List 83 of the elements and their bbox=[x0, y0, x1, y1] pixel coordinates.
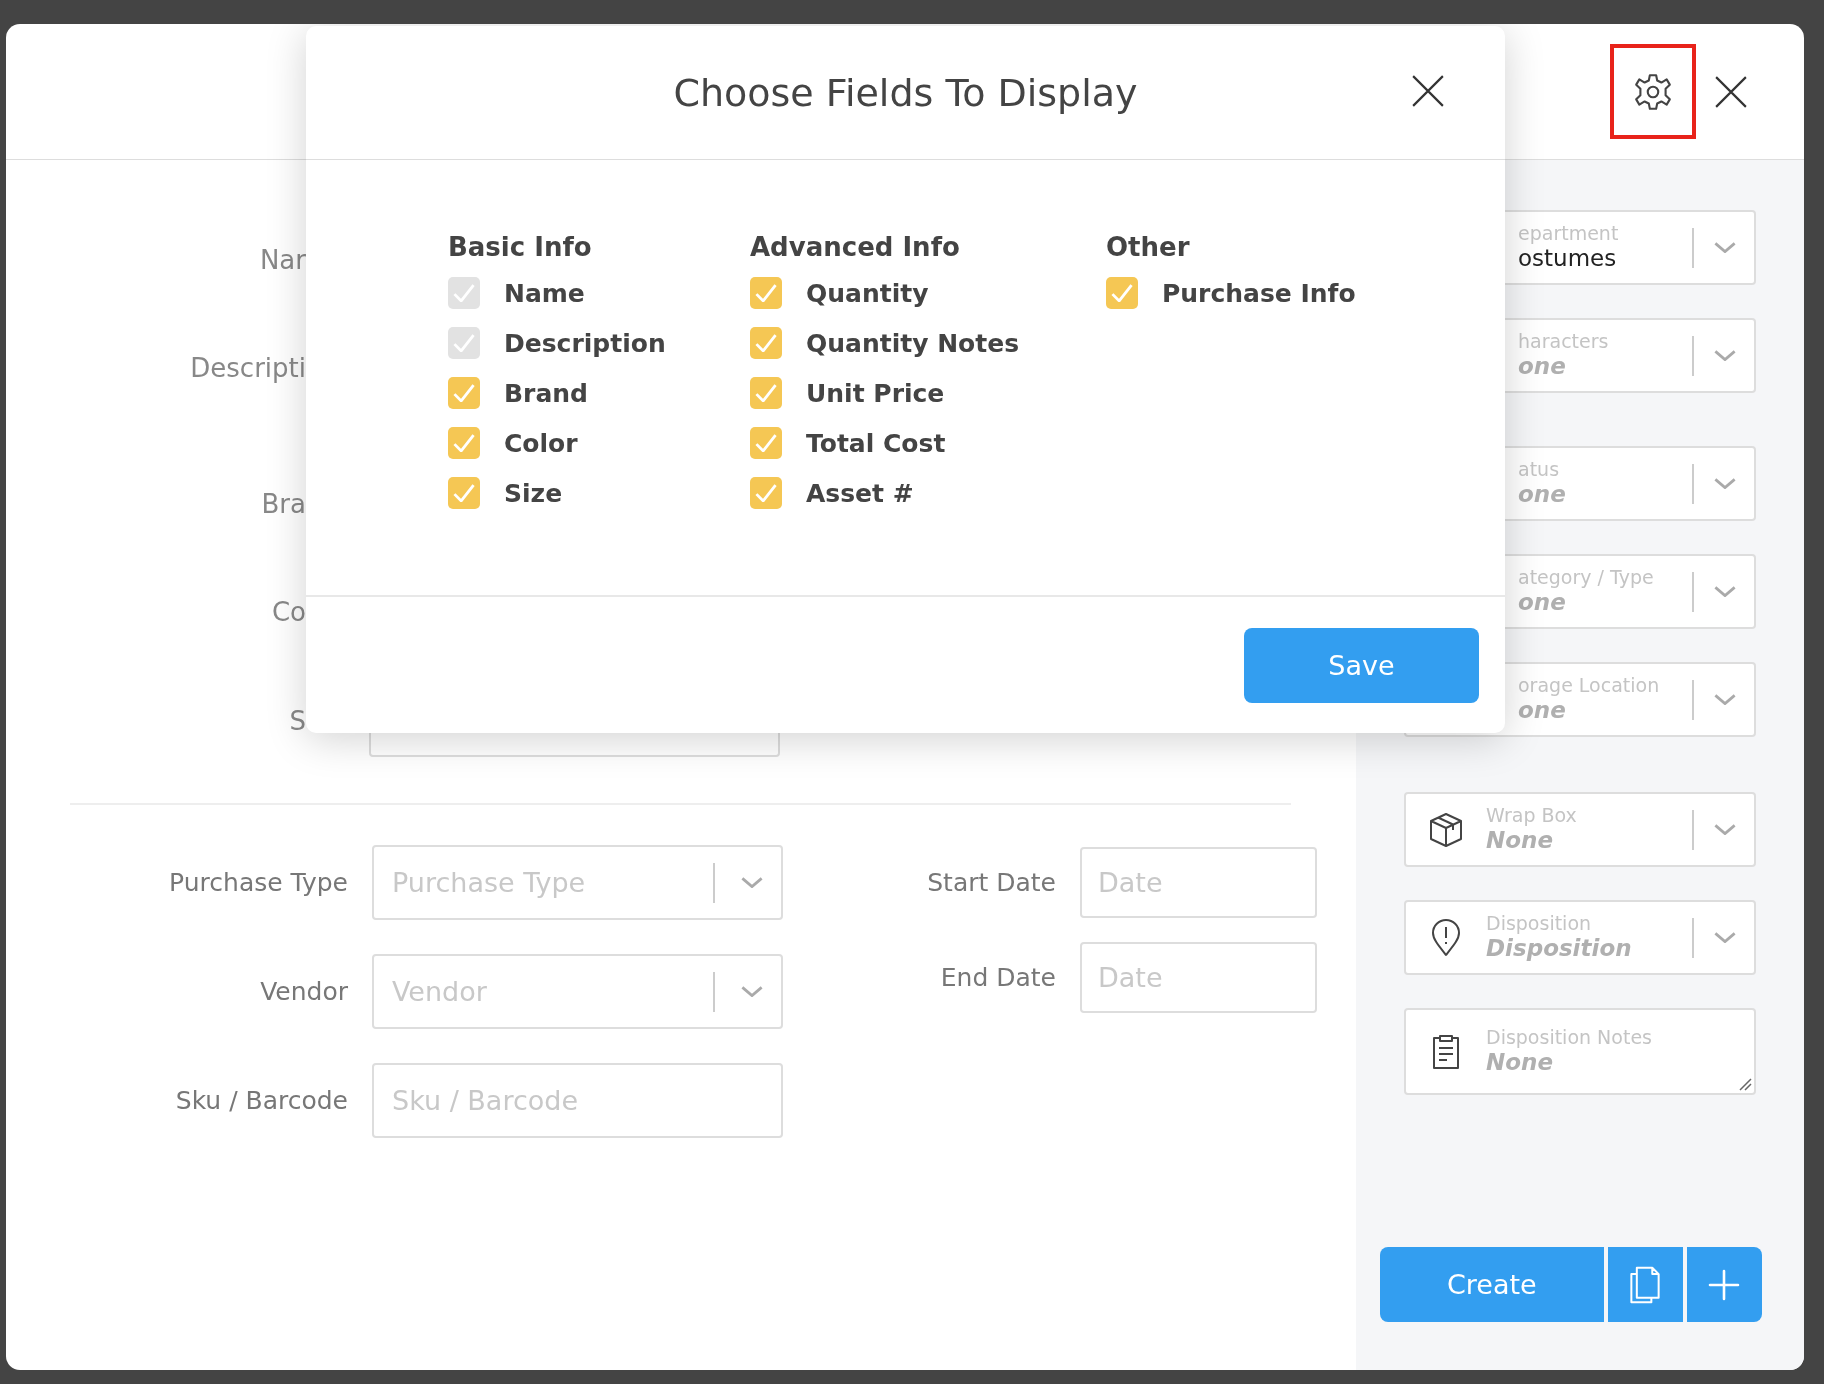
chevron-down-icon bbox=[1714, 586, 1736, 597]
checkbox-label: Quantity Notes bbox=[806, 328, 1020, 358]
resize-grip-icon[interactable] bbox=[1738, 1077, 1752, 1091]
checkbox-label: Brand bbox=[504, 378, 588, 408]
duplicate-button[interactable] bbox=[1607, 1247, 1683, 1322]
checkbox[interactable] bbox=[750, 427, 782, 459]
checkmark-icon bbox=[453, 434, 475, 452]
field-placeholder: Disposition bbox=[1486, 935, 1633, 962]
field-label: Purchase Type bbox=[168, 868, 348, 897]
checkmark-icon bbox=[453, 484, 475, 502]
settings-button[interactable] bbox=[1610, 44, 1696, 139]
checkbox-label: Purchase Info bbox=[1162, 278, 1356, 308]
select-field[interactable]: Wrap Box None bbox=[1404, 792, 1756, 867]
checkmark-icon bbox=[755, 484, 777, 502]
field-label: Bra bbox=[260, 489, 306, 519]
field-label: Disposition bbox=[1486, 913, 1593, 936]
checkbox-label: Color bbox=[504, 428, 578, 458]
group-heading: Basic Info bbox=[448, 232, 593, 262]
group-heading: Advanced Info bbox=[750, 232, 961, 262]
field-label: ategory / Type bbox=[1518, 567, 1655, 590]
field-label: Nar bbox=[258, 245, 306, 275]
chevron-down-icon bbox=[1714, 694, 1736, 705]
checkbox[interactable] bbox=[448, 377, 480, 409]
field-label: Co bbox=[270, 597, 306, 627]
checkbox-label: Quantity bbox=[806, 278, 929, 308]
chevron-down-icon bbox=[1714, 932, 1736, 943]
checkbox[interactable] bbox=[750, 477, 782, 509]
checkbox[interactable] bbox=[750, 277, 782, 309]
field-label: End Date bbox=[939, 963, 1056, 992]
checkbox[interactable] bbox=[448, 477, 480, 509]
chevron-down-icon bbox=[741, 877, 763, 888]
plus-icon bbox=[1708, 1268, 1741, 1301]
chevron-down-icon bbox=[1714, 478, 1736, 489]
field-value: ostumes bbox=[1518, 245, 1618, 272]
checkmark-icon bbox=[755, 284, 777, 302]
notes-field[interactable]: Disposition Notes None bbox=[1404, 1008, 1756, 1095]
field-placeholder: one bbox=[1518, 353, 1567, 380]
checkbox-label: Total Cost bbox=[806, 428, 946, 458]
chevron-down-icon bbox=[1714, 242, 1736, 253]
save-button[interactable]: Save bbox=[1244, 627, 1479, 703]
field-label: orage Location bbox=[1518, 675, 1661, 698]
checkbox[interactable] bbox=[750, 377, 782, 409]
checkbox-label: Size bbox=[504, 478, 563, 508]
group-heading: Other bbox=[1106, 232, 1191, 262]
checkbox-label: Unit Price bbox=[806, 378, 945, 408]
copy-icon bbox=[1628, 1264, 1663, 1305]
checkmark-icon bbox=[1111, 284, 1133, 302]
chevron-down-icon bbox=[1714, 824, 1736, 835]
checkmark-icon bbox=[755, 434, 777, 452]
checkbox-label: Asset # bbox=[806, 478, 914, 508]
checkbox[interactable] bbox=[1106, 277, 1138, 309]
close-button[interactable] bbox=[1714, 74, 1748, 109]
field-label: Start Date bbox=[926, 868, 1056, 897]
checkbox[interactable] bbox=[750, 327, 782, 359]
checkmark-icon bbox=[755, 334, 777, 352]
field-placeholder: one bbox=[1518, 481, 1567, 508]
field-label: epartment bbox=[1518, 223, 1620, 246]
field-label: Sku / Barcode bbox=[174, 1086, 348, 1115]
field-placeholder: None bbox=[1486, 1049, 1555, 1076]
checkbox-label: Description bbox=[504, 328, 666, 358]
field-label: Wrap Box bbox=[1486, 805, 1578, 828]
field-label: S bbox=[288, 706, 306, 736]
chevron-down-icon bbox=[741, 986, 763, 997]
checkmark-icon bbox=[453, 284, 475, 302]
field-placeholder: one bbox=[1518, 589, 1567, 616]
field-placeholder: None bbox=[1486, 827, 1555, 854]
checkmark-icon bbox=[453, 334, 475, 352]
field-label: haracters bbox=[1518, 331, 1610, 354]
field-label: atus bbox=[1518, 459, 1561, 482]
checkbox-label: Name bbox=[504, 278, 585, 308]
create-button[interactable]: Create bbox=[1380, 1247, 1604, 1322]
select-field[interactable]: Disposition Disposition bbox=[1404, 900, 1756, 975]
checkbox[interactable] bbox=[448, 427, 480, 459]
dialog-title: Choose Fields To Display bbox=[673, 70, 1138, 115]
checkmark-icon bbox=[755, 384, 777, 402]
close-button[interactable] bbox=[1411, 74, 1445, 108]
field-placeholder: one bbox=[1518, 697, 1567, 724]
field-label: Vendor bbox=[259, 977, 348, 1006]
field-label: Descripti bbox=[189, 353, 306, 383]
add-button[interactable] bbox=[1686, 1247, 1762, 1322]
field-label: Disposition Notes bbox=[1486, 1027, 1653, 1050]
chevron-down-icon bbox=[1714, 350, 1736, 361]
checkmark-icon bbox=[453, 384, 475, 402]
